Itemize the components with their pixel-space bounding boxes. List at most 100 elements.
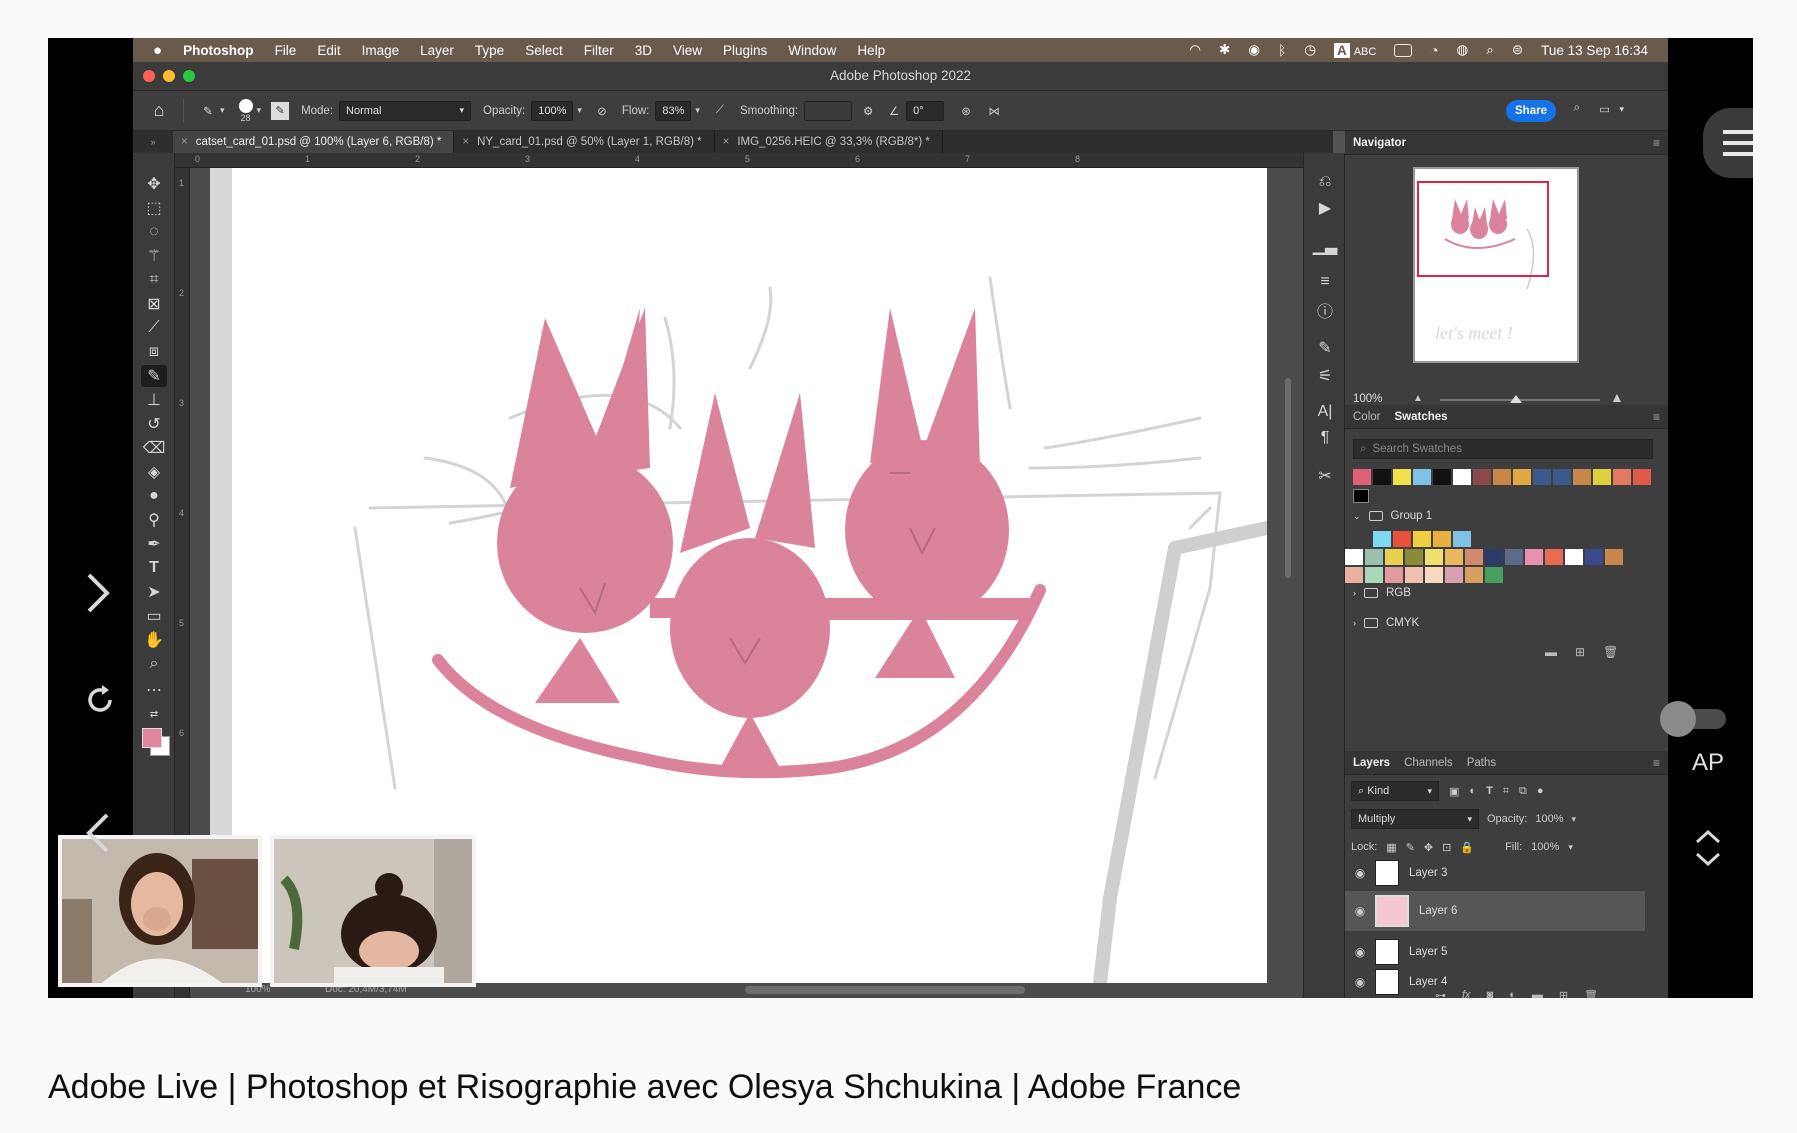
eraser-icon[interactable]: ⌫: [141, 437, 167, 459]
eyedropper-icon[interactable]: ⟋: [141, 317, 167, 339]
swatch-black[interactable]: [1353, 489, 1369, 503]
menu-clock[interactable]: Tue 13 Sep 16:34: [1541, 43, 1648, 58]
panel-menu-icon[interactable]: ≡: [1653, 410, 1660, 424]
close-icon[interactable]: ×: [462, 136, 469, 148]
tab-img-heic[interactable]: × IMG_0256.HEIC @ 33,3% (RGB/8*) *: [715, 131, 943, 153]
crop-tool-icon[interactable]: ⌗: [141, 269, 167, 291]
new-layer-icon[interactable]: ⊞: [1559, 989, 1568, 998]
panel-menu-icon[interactable]: ≡: [1653, 136, 1660, 150]
color-swatch[interactable]: [1425, 549, 1443, 565]
swatches-search-input[interactable]: ⌕ Search Swatches: [1353, 439, 1653, 459]
home-icon[interactable]: ⌂: [149, 100, 169, 121]
tab-paths[interactable]: Paths: [1467, 757, 1496, 769]
color-swatch[interactable]: [1473, 469, 1491, 485]
panel-menu-icon[interactable]: ≡: [1653, 756, 1660, 770]
foreground-color-swatch[interactable]: [142, 728, 162, 748]
rectangle-tool-icon[interactable]: ▭: [141, 605, 167, 627]
navigator-preview[interactable]: let's meet !: [1413, 167, 1579, 363]
lasso-tool-icon[interactable]: ◌: [141, 221, 167, 243]
navigator-tab[interactable]: Navigator: [1353, 137, 1406, 149]
mode-select[interactable]: Normal ▾: [339, 100, 472, 121]
color-swatch[interactable]: [1385, 567, 1403, 583]
new-group-icon[interactable]: ▬: [1532, 989, 1543, 998]
color-swatch[interactable]: [1345, 567, 1363, 583]
color-swatch[interactable]: [1353, 469, 1371, 485]
color-swatch[interactable]: [1405, 567, 1423, 583]
move-tool-icon[interactable]: ✥: [141, 173, 167, 195]
swatch-group-1[interactable]: ⌄ Group 1: [1353, 510, 1432, 522]
gear-icon[interactable]: ⚙: [858, 101, 878, 121]
fx-icon[interactable]: fx: [1462, 989, 1471, 998]
zoom-in-icon[interactable]: ▲: [1610, 389, 1624, 405]
color-swatch[interactable]: [1445, 549, 1463, 565]
history-icon[interactable]: ⎌: [1314, 171, 1336, 193]
color-swatch[interactable]: [1365, 549, 1383, 565]
color-swatch[interactable]: [1545, 549, 1563, 565]
blur-tool-icon[interactable]: ●: [141, 485, 167, 507]
new-group-icon[interactable]: ▬: [1545, 645, 1557, 659]
character-icon[interactable]: A|: [1314, 401, 1336, 423]
color-swatch[interactable]: [1573, 469, 1591, 485]
opacity-field[interactable]: 100%: [531, 100, 574, 121]
menu-layer[interactable]: Layer: [420, 43, 454, 58]
angle-icon[interactable]: ∠: [884, 101, 904, 121]
replay-icon[interactable]: [78, 678, 122, 722]
input-source[interactable]: A ABC: [1333, 42, 1376, 58]
color-swatch[interactable]: [1453, 469, 1471, 485]
lock-all-icon[interactable]: 🔒: [1460, 841, 1474, 854]
adjustments-icon[interactable]: ≡: [1314, 271, 1336, 293]
color-swatch[interactable]: [1373, 531, 1391, 547]
actions-play-icon[interactable]: ▶: [1314, 197, 1336, 219]
color-swatch[interactable]: [1465, 549, 1483, 565]
lock-artboard-icon[interactable]: ⊡: [1442, 841, 1451, 854]
color-swatch[interactable]: [1445, 567, 1463, 583]
lock-position-icon[interactable]: ✥: [1424, 841, 1433, 854]
layer-row-layer-6[interactable]: ◉ Layer 6: [1345, 891, 1645, 931]
histogram-icon[interactable]: ▁▃: [1313, 235, 1338, 257]
filter-smart-icon[interactable]: ⧉: [1519, 785, 1527, 798]
symmetry-icon[interactable]: ⋈: [984, 101, 1004, 121]
layer-row-layer-5[interactable]: ◉ Layer 5: [1345, 933, 1645, 971]
marquee-tool-icon[interactable]: ⬚: [141, 197, 167, 219]
color-swatch[interactable]: [1365, 567, 1383, 583]
properties-icon[interactable]: ⚟: [1314, 365, 1336, 387]
brush-size-picker[interactable]: 28: [238, 98, 253, 123]
mask-icon[interactable]: ◙: [1487, 989, 1494, 998]
close-icon[interactable]: ×: [723, 136, 730, 148]
hand-tool-icon[interactable]: ✋: [141, 629, 167, 651]
color-swatch[interactable]: [1593, 469, 1611, 485]
chevron-down-icon[interactable]: ▾: [577, 105, 582, 116]
color-swatch[interactable]: [1373, 469, 1391, 485]
menu-filter[interactable]: Filter: [584, 43, 614, 58]
spotlight-icon[interactable]: ⌕: [1486, 42, 1494, 58]
color-swatch[interactable]: [1485, 549, 1503, 565]
expand-collapse-icon[interactable]: [1683, 818, 1733, 878]
menu-file[interactable]: File: [275, 43, 297, 58]
color-swatch[interactable]: [1505, 549, 1523, 565]
path-selection-icon[interactable]: ➤: [141, 581, 167, 603]
color-swatch[interactable]: [1553, 469, 1571, 485]
dodge-tool-icon[interactable]: ⚲: [141, 509, 167, 531]
menu-app-photoshop[interactable]: Photoshop: [183, 43, 254, 58]
chevron-down-icon[interactable]: ▾: [257, 105, 262, 116]
tab-color[interactable]: Color: [1353, 411, 1380, 423]
airbrush-icon[interactable]: ⟋: [710, 101, 730, 121]
eye-icon[interactable]: ◉: [1345, 945, 1375, 959]
new-swatch-icon[interactable]: ⊞: [1575, 645, 1585, 659]
workspace-icon[interactable]: ▭: [1599, 102, 1610, 116]
navigator-view-box[interactable]: [1417, 181, 1549, 277]
brush-preset-icon[interactable]: ✎: [198, 101, 218, 121]
chevron-left-icon[interactable]: [78, 803, 118, 863]
adjustment-layer-icon[interactable]: ◐: [1509, 989, 1516, 998]
menu-image[interactable]: Image: [362, 43, 400, 58]
pen-tool-icon[interactable]: ✒: [141, 533, 167, 555]
link-icon[interactable]: ⊶: [1435, 989, 1446, 998]
time-machine-icon[interactable]: ◷: [1304, 42, 1316, 58]
collapse-icon[interactable]: »: [133, 131, 173, 153]
status-app-icon[interactable]: ✱: [1219, 42, 1230, 58]
tab-layers[interactable]: Layers: [1353, 757, 1390, 769]
menu-3d[interactable]: 3D: [635, 43, 652, 58]
color-swatch[interactable]: [1633, 469, 1651, 485]
share-button[interactable]: Share: [1506, 100, 1556, 122]
chevron-down-icon[interactable]: ▾: [220, 105, 225, 116]
